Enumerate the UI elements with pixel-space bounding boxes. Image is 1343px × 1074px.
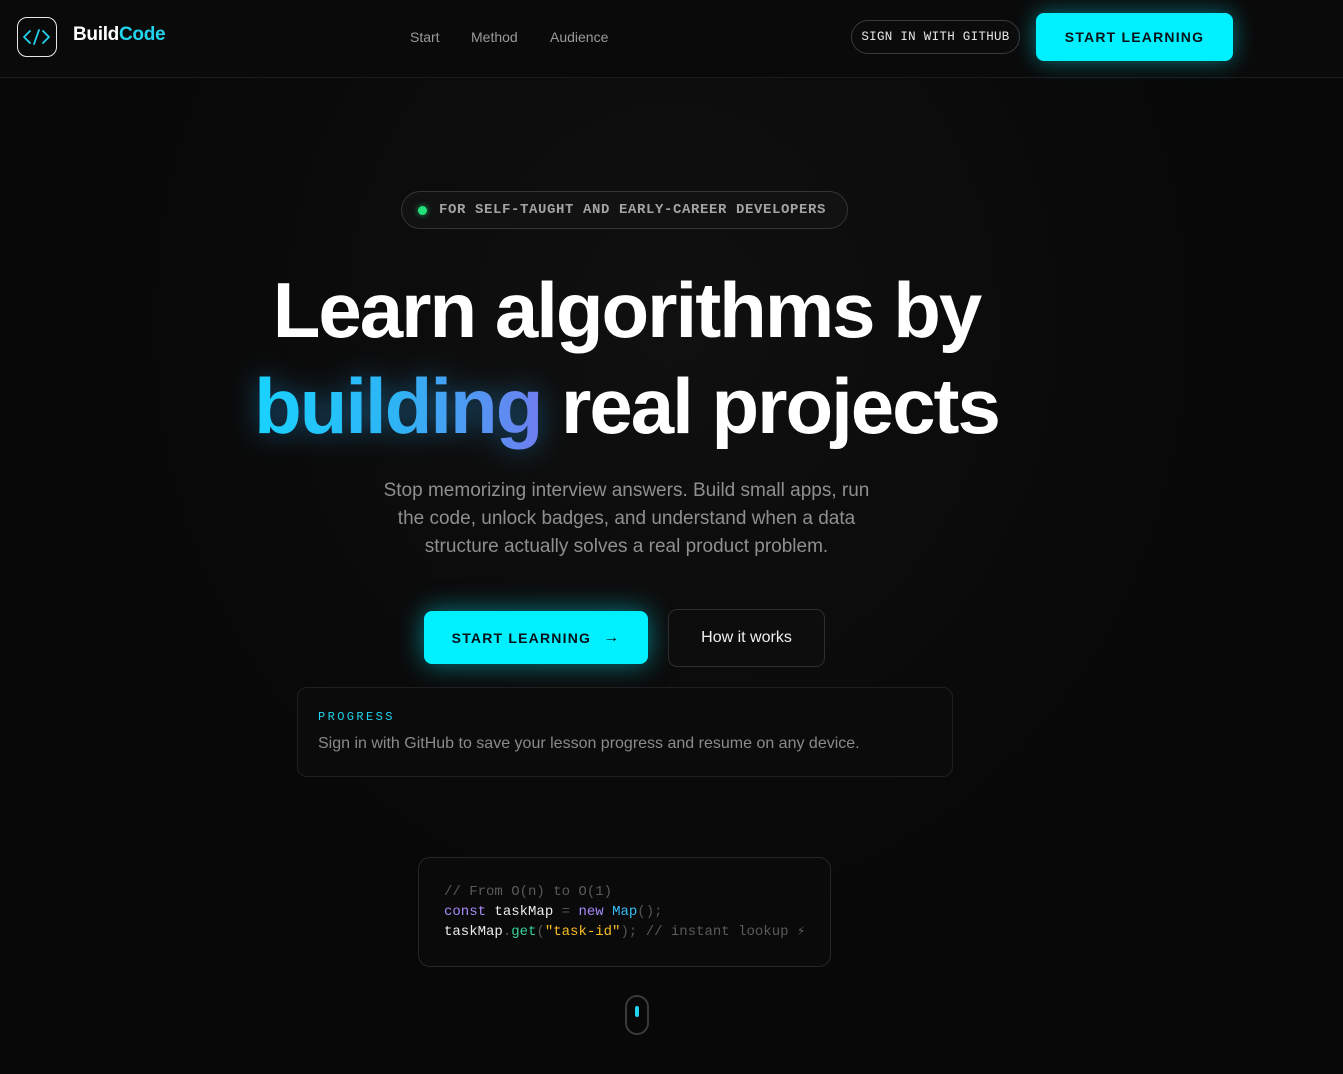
progress-text: Sign in with GitHub to save your lesson … — [318, 735, 860, 752]
hero-title-rest: real projects — [541, 362, 1001, 450]
audience-pill-text: FOR SELF-TAUGHT AND EARLY-CAREER DEVELOP… — [439, 202, 827, 218]
code-method-get: get — [511, 924, 537, 940]
code-identifier: taskMap — [494, 904, 554, 920]
start-learning-button[interactable]: START LEARNING → — [424, 611, 648, 664]
code-paren: (); — [637, 904, 663, 920]
code-keyword-const: const — [444, 904, 487, 920]
code-dot: . — [502, 924, 512, 940]
code-operator: = — [561, 904, 571, 920]
hero-title-highlight: building — [254, 362, 543, 450]
nav-link-method[interactable]: Method — [471, 29, 518, 45]
hero-title-line1: Learn algorithms by — [272, 266, 983, 354]
code-string: "task-id" — [544, 924, 621, 940]
scroll-down-indicator-icon[interactable] — [625, 995, 649, 1035]
logo[interactable] — [17, 17, 57, 57]
status-dot-icon — [418, 205, 427, 215]
audience-pill: FOR SELF-TAUGHT AND EARLY-CAREER DEVELOP… — [401, 191, 848, 229]
nav-link-start[interactable]: Start — [410, 29, 440, 45]
arrow-right-icon: → — [603, 628, 621, 646]
sign-in-github-button[interactable]: SIGN IN WITH GITHUB — [851, 20, 1020, 54]
hero-title-line2: building real projects — [0, 358, 1253, 454]
how-it-works-button[interactable]: How it works — [668, 609, 825, 667]
progress-card: PROGRESS Sign in with GitHub to save you… — [297, 687, 953, 777]
top-header: BuildCode Start Method Audience SIGN IN … — [0, 0, 1343, 78]
code-comment: // From O(n) to O(1) — [444, 884, 613, 900]
nav-link-audience[interactable]: Audience — [550, 29, 608, 45]
code-brackets-icon — [23, 29, 50, 45]
code-class-map: Map — [612, 904, 638, 920]
code-keyword-new: new — [578, 904, 604, 920]
code-paren-close: ); — [620, 924, 638, 940]
progress-label: PROGRESS — [318, 710, 395, 724]
code-line-2: const taskMap = new Map(); — [444, 902, 663, 922]
code-line-3: taskMap.get("task-id"); // instant looku… — [444, 922, 805, 942]
header-start-learning-button[interactable]: START LEARNING — [1036, 13, 1233, 61]
hero-subtitle: Stop memorizing interview answers. Build… — [383, 480, 870, 557]
code-inline-comment: // instant lookup ⚡ — [645, 924, 806, 940]
landing-page: BuildCode Start Method Audience SIGN IN … — [0, 0, 1343, 1074]
brand-name-part1: Build — [73, 24, 119, 45]
code-snippet-card: // From O(n) to O(1) const taskMap = new… — [418, 857, 831, 967]
brand-name[interactable]: BuildCode — [73, 24, 166, 46]
code-paren-open: ( — [536, 924, 545, 940]
start-learning-label: START LEARNING — [451, 629, 592, 646]
brand-name-part2: Code — [119, 24, 166, 45]
code-identifier: taskMap — [444, 924, 503, 940]
scroll-wheel — [635, 1006, 639, 1017]
